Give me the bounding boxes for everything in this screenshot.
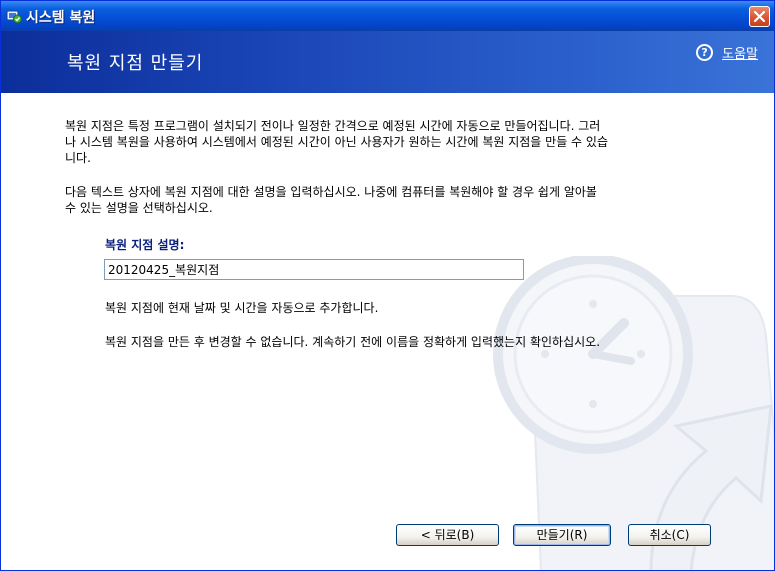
intro-paragraph: 복원 지점은 특정 프로그램이 설치되기 전이나 일정한 간격으로 예정된 시간… <box>65 119 608 165</box>
system-restore-icon <box>6 8 22 24</box>
instruction-paragraph: 다음 텍스트 상자에 복원 지점에 대한 설명을 입력하십시오. 나중에 컴퓨터… <box>65 185 597 215</box>
window-title: 시스템 복원 <box>26 10 96 26</box>
close-button[interactable] <box>749 6 770 27</box>
help-link-label[interactable]: 도움말 <box>722 43 758 62</box>
wizard-header: 복원 지점 만들기 ? 도움말 <box>1 31 774 93</box>
system-restore-window: 시스템 복원 복원 지점 만들기 ? 도움말 복원 지점은 특정 프로그램이 설… <box>0 0 775 571</box>
help-icon[interactable]: ? <box>696 43 714 61</box>
description-label: 복원 지점 설명: <box>105 238 185 252</box>
create-button[interactable]: 만들기(R) <box>513 524 611 546</box>
help-link[interactable]: ? 도움말 <box>696 42 758 62</box>
description-input[interactable] <box>104 259 524 280</box>
cannot-change-note: 복원 지점을 만든 후 변경할 수 없습니다. 계속하기 전에 이름을 정확하게… <box>105 335 601 349</box>
title-bar[interactable]: 시스템 복원 <box>1 1 774 31</box>
header-divider <box>1 93 774 95</box>
back-button[interactable]: < 뒤로(B) <box>396 524 499 546</box>
cancel-button[interactable]: 취소(C) <box>628 524 711 546</box>
close-icon <box>754 11 765 22</box>
auto-timestamp-note: 복원 지점에 현재 날짜 및 시간을 자동으로 추가합니다. <box>105 301 379 315</box>
page-title: 복원 지점 만들기 <box>67 53 204 74</box>
